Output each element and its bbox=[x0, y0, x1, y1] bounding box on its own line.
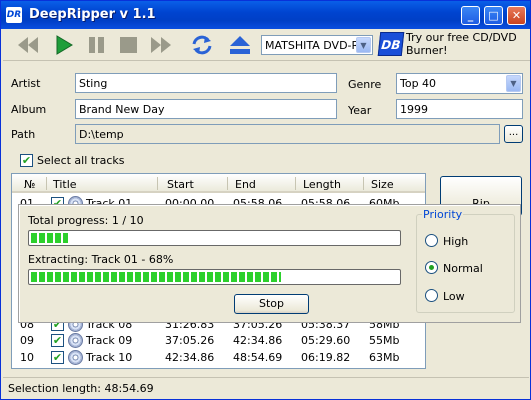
total-progress-fill bbox=[31, 233, 68, 243]
app-icon: DR bbox=[6, 7, 22, 23]
select-all-checkbox[interactable]: ✔ bbox=[20, 154, 33, 167]
row-size: 55Mb bbox=[369, 334, 400, 347]
pause-button[interactable] bbox=[84, 33, 110, 57]
priority-high-radio[interactable] bbox=[425, 234, 438, 247]
selection-length: Selection length: 48:54.69 bbox=[8, 382, 154, 395]
column-end[interactable]: End bbox=[235, 178, 256, 191]
status-bar: Selection length: 48:54.69 bbox=[3, 377, 529, 398]
row-start: 42:34.86 bbox=[165, 351, 215, 364]
priority-high-label[interactable]: High bbox=[443, 235, 468, 248]
album-label: Album bbox=[11, 103, 47, 116]
priority-normal-label[interactable]: Normal bbox=[443, 262, 483, 275]
refresh-icon bbox=[192, 35, 212, 55]
cd-audio-icon bbox=[68, 333, 83, 348]
year-label: Year bbox=[348, 104, 372, 117]
genre-label: Genre bbox=[348, 78, 382, 91]
title-bar[interactable]: DR DeepRipper v 1.1 _ □ ✕ bbox=[1, 1, 530, 29]
column-number[interactable]: № bbox=[24, 178, 35, 191]
priority-low-radio[interactable] bbox=[425, 289, 438, 302]
stop-icon bbox=[120, 37, 137, 53]
artist-label: Artist bbox=[11, 77, 41, 90]
column-length[interactable]: Length bbox=[303, 178, 341, 191]
row-title: Track 09 bbox=[86, 334, 133, 347]
window-title: DeepRipper v 1.1 bbox=[29, 7, 156, 22]
rewind-icon bbox=[18, 37, 38, 53]
track-checkbox[interactable]: ✔ bbox=[51, 351, 64, 364]
main-window: DR DeepRipper v 1.1 _ □ ✕ MATSHITA DVD-R… bbox=[0, 0, 531, 400]
table-row[interactable]: 09 ✔ Track 09 37:05.26 42:34.86 05:29.60… bbox=[12, 332, 425, 349]
pause-icon bbox=[89, 37, 104, 53]
extract-progress-fill bbox=[31, 272, 281, 282]
priority-title: Priority bbox=[422, 208, 464, 221]
fast-forward-button[interactable] bbox=[149, 33, 175, 57]
row-number: 10 bbox=[20, 351, 34, 364]
progress-panel: Total progress: 1 / 10 Extracting: Track… bbox=[18, 204, 521, 323]
total-progress-label: Total progress: 1 / 10 bbox=[28, 214, 144, 227]
stop-button[interactable] bbox=[116, 33, 142, 57]
close-button[interactable]: ✕ bbox=[507, 6, 526, 25]
column-start[interactable]: Start bbox=[167, 178, 194, 191]
row-title: Track 10 bbox=[86, 351, 133, 364]
row-number: 09 bbox=[20, 334, 34, 347]
genre-select-value: Top 40 bbox=[400, 77, 437, 90]
priority-low-label[interactable]: Low bbox=[443, 290, 465, 303]
chevron-down-icon[interactable]: ▼ bbox=[506, 75, 521, 92]
chevron-down-icon[interactable]: ▼ bbox=[356, 37, 371, 53]
drive-select[interactable]: MATSHITA DVD-R ▼ bbox=[261, 35, 373, 55]
play-button[interactable] bbox=[51, 33, 77, 57]
refresh-button[interactable] bbox=[189, 33, 215, 57]
eject-icon bbox=[230, 36, 250, 54]
priority-group: Priority High Normal Low bbox=[416, 208, 515, 313]
extract-progress-bar bbox=[28, 269, 401, 285]
table-row[interactable]: 10 ✔ Track 10 42:34.86 48:54.69 06:19.82… bbox=[12, 349, 425, 366]
row-end: 48:54.69 bbox=[233, 351, 283, 364]
cd-audio-icon bbox=[68, 350, 83, 365]
path-field[interactable]: D:\temp bbox=[75, 124, 500, 144]
column-title[interactable]: Title bbox=[53, 178, 77, 191]
total-progress-bar bbox=[28, 230, 401, 246]
browse-button[interactable]: ... bbox=[504, 125, 523, 143]
extract-progress-label: Extracting: Track 01 - 68% bbox=[28, 253, 174, 266]
row-size: 63Mb bbox=[369, 351, 400, 364]
artist-field[interactable]: Sting bbox=[75, 73, 337, 93]
eject-button[interactable] bbox=[227, 33, 253, 57]
row-end: 42:34.86 bbox=[233, 334, 283, 347]
promo-link[interactable]: Try our free CD/DVD Burner! bbox=[406, 31, 528, 57]
row-length: 05:29.60 bbox=[301, 334, 351, 347]
path-label: Path bbox=[11, 128, 36, 141]
genre-select[interactable]: Top 40 ▼ bbox=[396, 73, 523, 94]
rewind-button[interactable] bbox=[16, 33, 42, 57]
priority-normal-radio[interactable] bbox=[425, 261, 438, 274]
row-length: 06:19.82 bbox=[301, 351, 351, 364]
drive-select-value: MATSHITA DVD-R bbox=[265, 39, 360, 52]
track-checkbox[interactable]: ✔ bbox=[51, 334, 64, 347]
maximize-button[interactable]: □ bbox=[484, 6, 503, 25]
stop-rip-button[interactable]: Stop bbox=[234, 294, 309, 314]
play-icon bbox=[56, 35, 73, 55]
album-field[interactable]: Brand New Day bbox=[75, 99, 337, 119]
row-start: 37:05.26 bbox=[165, 334, 215, 347]
track-list-header: № Title Start End Length Size bbox=[12, 174, 425, 193]
deepburner-logo[interactable]: DB bbox=[377, 32, 405, 56]
minimize-button[interactable]: _ bbox=[461, 6, 480, 25]
column-size[interactable]: Size bbox=[371, 178, 394, 191]
year-field[interactable]: 1999 bbox=[396, 99, 523, 119]
fast-forward-icon bbox=[151, 37, 171, 53]
select-all-label[interactable]: Select all tracks bbox=[37, 154, 125, 167]
